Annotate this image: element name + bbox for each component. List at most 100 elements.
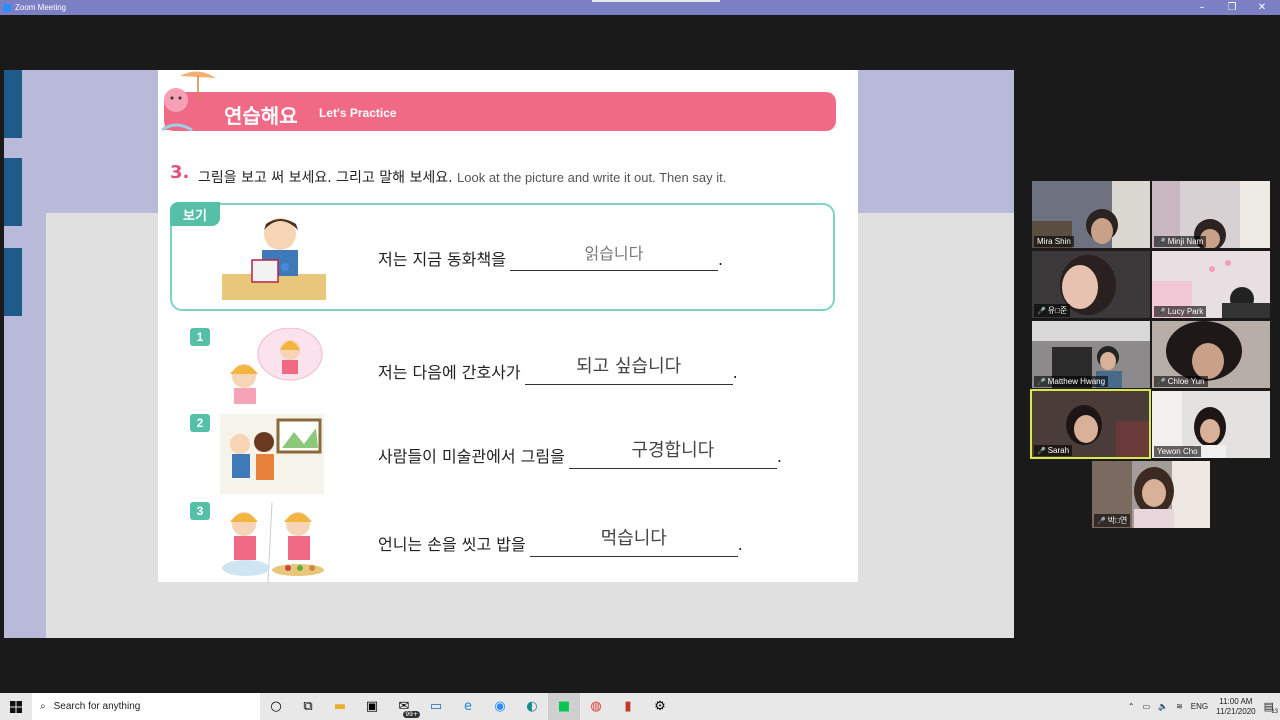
notification-count: 13 xyxy=(1271,709,1278,715)
video-tile[interactable]: Yewon Cho xyxy=(1152,391,1270,458)
search-icon: ⌕ xyxy=(40,701,46,712)
participant-name: 🎤 Minji Nam xyxy=(1154,236,1207,247)
practice-banner: 연습해요 Let's Practice xyxy=(164,92,836,131)
muted-mic-icon: 🎤 xyxy=(1037,447,1046,455)
sentence-period: . xyxy=(737,535,743,554)
handwritten-answer-2: 구경합니다 xyxy=(631,440,715,461)
participant-name-text: Minji Nam xyxy=(1167,237,1204,246)
language-indicator[interactable]: ENG xyxy=(1191,702,1208,711)
participant-name-text: Matthew Hwang xyxy=(1047,377,1106,386)
window-title: Zoom Meeting xyxy=(15,3,67,12)
internet-explorer-icon[interactable]: e xyxy=(452,693,484,720)
question-english: Look at the picture and write it out. Th… xyxy=(457,170,727,185)
item-prompt: 사람들이 미술관에서 그림을 xyxy=(378,447,565,466)
example-answer: 읽습니다 xyxy=(584,244,644,263)
wifi-icon[interactable]: ≋ xyxy=(1176,702,1183,711)
title-bar: Zoom Meeting xyxy=(0,0,1280,15)
video-tile[interactable]: 🎤 Lucy Park xyxy=(1152,251,1270,318)
question-korean: 그림을 보고 써 보세요. 그리고 말해 보세요. xyxy=(198,170,453,186)
banner-title-english: Let's Practice xyxy=(319,106,397,120)
muted-mic-icon: 🎤 xyxy=(1037,307,1046,315)
settings-gear-icon[interactable]: ⚙ xyxy=(644,693,676,720)
video-tile[interactable]: 🎤 유□준 xyxy=(1032,251,1150,318)
participant-name-text: 박□연 xyxy=(1107,516,1128,525)
clock-time: 11:00 AM xyxy=(1219,696,1253,706)
notification-center-icon[interactable]: ▤ 13 xyxy=(1264,700,1278,715)
clock-date: 11/21/2020 xyxy=(1216,706,1256,716)
file-explorer-icon[interactable]: ▬ xyxy=(324,693,356,720)
shared-sidebar-block xyxy=(4,248,22,316)
muted-mic-icon: 🎤 xyxy=(1157,308,1166,316)
clock[interactable]: 11:00 AM 11/21/2020 xyxy=(1216,697,1255,717)
muted-mic-icon: 🎤 xyxy=(1097,517,1106,525)
sentence-period: . xyxy=(732,363,738,382)
participant-name: 🎤 박□연 xyxy=(1094,514,1131,527)
remote-desktop-icon[interactable]: ▭ xyxy=(420,693,452,720)
video-tile[interactable]: 🎤 박□연 xyxy=(1092,461,1210,528)
banner-title-korean: 연습해요 xyxy=(224,104,298,128)
participant-name-text: Chloe Yun xyxy=(1167,377,1205,386)
item-number-badge: 1 xyxy=(190,328,210,346)
item-sentence-2: 사람들이 미술관에서 그림을 구경합니다. xyxy=(378,440,782,469)
boy-reading-illustration xyxy=(222,218,326,300)
share-tab-indicator[interactable] xyxy=(592,0,720,2)
mail-icon[interactable]: ✉ 99+ xyxy=(388,693,420,720)
pdf-reader-icon[interactable]: ▮ xyxy=(612,693,644,720)
item-prompt: 언니는 손을 씻고 밥을 xyxy=(378,535,526,554)
video-tile[interactable]: 🎤 Matthew Hwang xyxy=(1032,321,1150,388)
chrome-icon[interactable]: ◍ xyxy=(580,693,612,720)
item-number-badge: 2 xyxy=(190,414,210,432)
sentence-period: . xyxy=(717,250,724,269)
battery-icon[interactable]: ▭ xyxy=(1143,702,1151,711)
participant-name: Yewon Cho xyxy=(1154,446,1201,457)
handwritten-answer-3: 먹습니다 xyxy=(600,528,667,549)
minimize-button[interactable]: – xyxy=(1186,0,1218,15)
participant-name: Mira Shin xyxy=(1034,236,1074,247)
windows-logo-icon xyxy=(10,700,22,713)
participant-gallery: Mira Shin 🎤 Minji Nam 🎤 유□준 🎤 Lucy Park 🎤 Ma… xyxy=(1030,180,1274,530)
store-icon[interactable]: ▣ xyxy=(356,693,388,720)
nurse-dream-illustration xyxy=(230,328,323,404)
mascot-illustration xyxy=(161,71,216,132)
answer-blank-3: 먹습니다 xyxy=(529,528,738,557)
shared-sidebar-block xyxy=(4,158,22,226)
sentence-period: . xyxy=(776,447,782,466)
cortana-icon[interactable]: ○ xyxy=(260,693,292,720)
windows-taskbar: ⌕ Search for anything ○ ⧉ ▬ ▣ ✉ 99+ ▭ e ◉… xyxy=(0,693,1280,720)
participant-name-text: 유□준 xyxy=(1047,306,1068,315)
item-sentence-1: 저는 다음에 간호사가 되고 싶습니다. xyxy=(378,356,738,385)
participant-name: 🎤 Chloe Yun xyxy=(1154,376,1208,387)
item-prompt: 저는 다음에 간호사가 xyxy=(378,363,521,382)
search-placeholder: Search for anything xyxy=(53,701,141,712)
zoom-icon[interactable]: ◉ xyxy=(484,693,516,720)
line-app-icon[interactable]: ■ xyxy=(548,693,580,720)
museum-illustration xyxy=(220,414,324,494)
video-tile[interactable]: Mira Shin xyxy=(1032,181,1150,248)
participant-name: 🎤 Sarah xyxy=(1034,445,1073,456)
item-number-badge: 3 xyxy=(190,502,210,520)
video-tile[interactable]: 🎤 Minji Nam xyxy=(1152,181,1270,248)
system-tray: ⌃ ▭ 🔈 ≋ ENG 11:00 AM 11/21/2020 ▤ 13 xyxy=(1128,693,1280,720)
muted-mic-icon: 🎤 xyxy=(1157,238,1166,246)
worksheet-page: 연습해요 Let's Practice 3. 그림을 보고 써 보세요. 그리고… xyxy=(158,70,858,582)
volume-icon[interactable]: 🔈 xyxy=(1158,702,1168,711)
start-button[interactable] xyxy=(0,693,32,720)
example-prompt: 저는 지금 동화책을 xyxy=(378,250,506,269)
video-tile-active-speaker[interactable]: 🎤 Sarah xyxy=(1030,389,1151,459)
video-tile[interactable]: 🎤 Chloe Yun xyxy=(1152,321,1270,388)
washing-and-eating-illustration xyxy=(222,502,324,582)
edge-icon[interactable]: ◐ xyxy=(516,693,548,720)
task-view-icon[interactable]: ⧉ xyxy=(292,693,324,720)
answer-blank-2: 구경합니다 xyxy=(568,440,777,469)
participant-name: 🎤 Matthew Hwang xyxy=(1034,376,1109,387)
mail-badge: 99+ xyxy=(403,711,420,718)
close-button[interactable]: ✕ xyxy=(1246,0,1278,15)
restore-button[interactable]: ❐ xyxy=(1216,0,1248,15)
participant-name-text: Sarah xyxy=(1047,446,1070,455)
shared-sidebar-block xyxy=(4,70,22,138)
participant-name-text: Lucy Park xyxy=(1167,307,1204,316)
example-sentence: 저는 지금 동화책을 읽습니다. xyxy=(378,244,724,271)
tray-overflow-chevron-icon[interactable]: ⌃ xyxy=(1128,702,1135,711)
answer-blank-1: 되고 싶습니다 xyxy=(524,356,733,385)
taskbar-search[interactable]: ⌕ Search for anything xyxy=(32,693,260,720)
